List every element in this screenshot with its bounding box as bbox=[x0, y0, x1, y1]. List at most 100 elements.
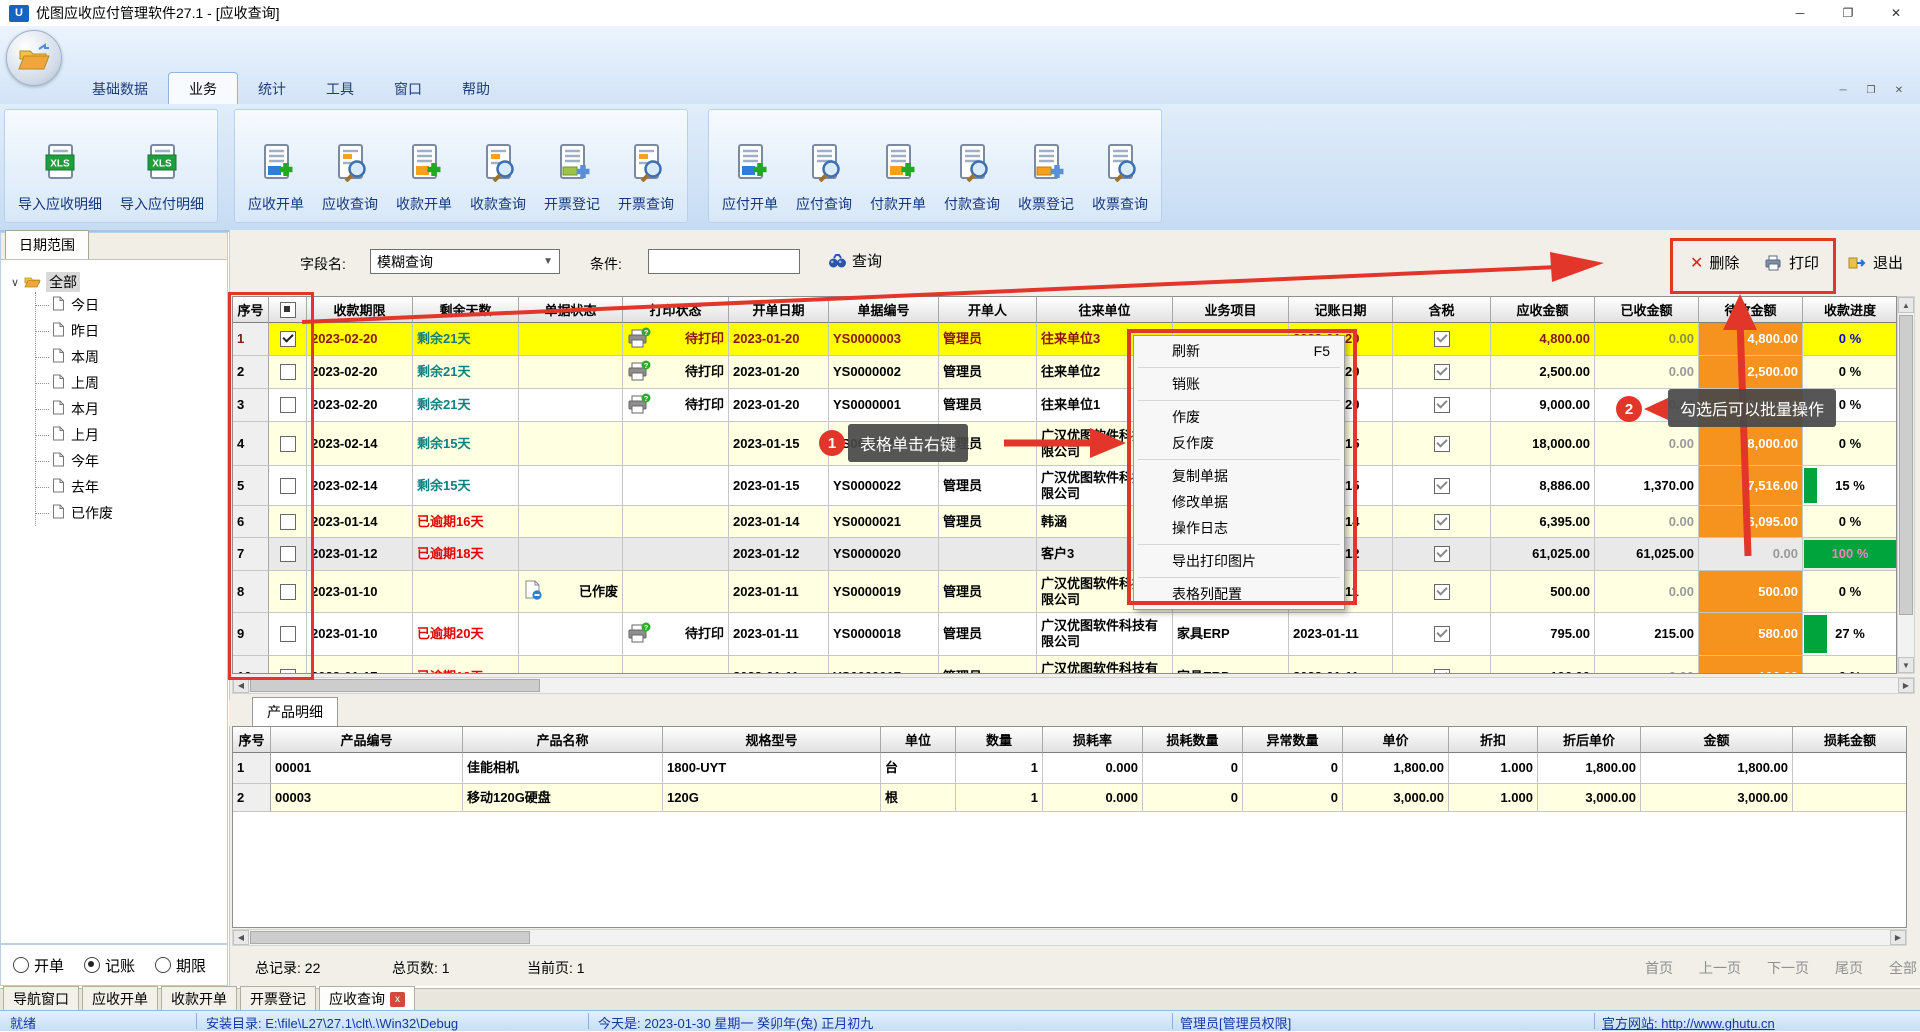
detail-scroll-left-icon[interactable]: ◀ bbox=[233, 930, 249, 945]
window-tab-应收查询[interactable]: 应收查询x bbox=[319, 986, 415, 1011]
context-menu-item-作废[interactable]: 作废 bbox=[1134, 404, 1344, 430]
tree-item-上周[interactable]: 上周 bbox=[36, 370, 227, 396]
window-tab-收款开单[interactable]: 收款开单 bbox=[161, 986, 237, 1011]
toolbar-button-收票登记[interactable]: 收票登记 bbox=[1009, 136, 1083, 222]
column-header-往来单位[interactable]: 往来单位 bbox=[1037, 297, 1173, 323]
toolbar-button-应收开单[interactable]: 应收开单 bbox=[239, 136, 313, 222]
toolbar-button-收票查询[interactable]: 收票查询 bbox=[1083, 136, 1157, 222]
tax-checkbox[interactable] bbox=[1434, 364, 1450, 380]
toolbar-button-收款开单[interactable]: 收款开单 bbox=[387, 136, 461, 222]
tab-close-icon[interactable]: x bbox=[390, 992, 405, 1007]
scroll-down-icon[interactable]: ▼ bbox=[1898, 657, 1914, 673]
print-button[interactable]: 打印 bbox=[1765, 252, 1819, 273]
minimize-icon[interactable]: ─ bbox=[1776, 0, 1824, 26]
column-header-序号[interactable]: 序号 bbox=[233, 727, 271, 753]
window-tab-应收开单[interactable]: 应收开单 bbox=[82, 986, 158, 1011]
tree-item-本周[interactable]: 本周 bbox=[36, 344, 227, 370]
table-row[interactable]: 42023-02-14剩余15天2023-01-15YS0000023管理员广汉… bbox=[233, 422, 1896, 466]
column-header-数量[interactable]: 数量 bbox=[956, 727, 1043, 753]
table-row[interactable]: 22023-02-20剩余21天?待打印2023-01-20YS0000002管… bbox=[233, 356, 1896, 389]
column-header-规格型号[interactable]: 规格型号 bbox=[663, 727, 881, 753]
column-header-损耗数量[interactable]: 损耗数量 bbox=[1143, 727, 1243, 753]
column-header-单据状态[interactable]: 单据状态 bbox=[519, 297, 623, 323]
menu-tab-基础数据[interactable]: 基础数据 bbox=[72, 73, 168, 104]
detail-scroll-right-icon[interactable]: ▶ bbox=[1890, 930, 1906, 945]
menu-tab-窗口[interactable]: 窗口 bbox=[374, 73, 442, 104]
toolbar-button-收款查询[interactable]: 收款查询 bbox=[461, 136, 535, 222]
table-row[interactable]: 200003移动120G硬盘120G根10.000003,000.001.000… bbox=[233, 784, 1906, 812]
row-checkbox[interactable] bbox=[280, 364, 296, 380]
column-header-含税[interactable]: 含税 bbox=[1393, 297, 1491, 323]
menu-tab-统计[interactable]: 统计 bbox=[238, 73, 306, 104]
column-header-损耗金额[interactable]: 损耗金额 bbox=[1793, 727, 1907, 753]
table-row[interactable]: 102023-01-17已逾期13天2023-01-11YS0000017管理员… bbox=[233, 656, 1896, 674]
row-checkbox[interactable] bbox=[280, 514, 296, 530]
menu-tab-工具[interactable]: 工具 bbox=[306, 73, 374, 104]
column-header-损耗率[interactable]: 损耗率 bbox=[1043, 727, 1143, 753]
tax-checkbox[interactable] bbox=[1434, 436, 1450, 452]
row-checkbox[interactable] bbox=[280, 626, 296, 642]
column-header-select[interactable] bbox=[269, 297, 307, 323]
tax-checkbox[interactable] bbox=[1434, 669, 1450, 675]
scroll-left-icon[interactable]: ◀ bbox=[233, 678, 249, 693]
toolbar-button-应付查询[interactable]: 应付查询 bbox=[787, 136, 861, 222]
table-row[interactable]: 62023-01-14已逾期16天2023-01-14YS0000021管理员韩… bbox=[233, 506, 1896, 538]
scroll-up-icon[interactable]: ▲ bbox=[1898, 297, 1914, 313]
column-header-记账日期[interactable]: 记账日期 bbox=[1289, 297, 1393, 323]
context-menu-item-操作日志[interactable]: 操作日志 bbox=[1134, 515, 1344, 541]
row-checkbox[interactable] bbox=[280, 478, 296, 494]
table-row[interactable]: 82023-01-10已作废2023-01-11YS0000019管理员广汉优图… bbox=[233, 571, 1896, 613]
close-icon[interactable]: ✕ bbox=[1872, 0, 1920, 26]
toolbar-button-应付开单[interactable]: 应付开单 bbox=[713, 136, 787, 222]
column-header-开单日期[interactable]: 开单日期 bbox=[729, 297, 829, 323]
tax-checkbox[interactable] bbox=[1434, 397, 1450, 413]
tax-checkbox[interactable] bbox=[1434, 478, 1450, 494]
column-header-单据编号[interactable]: 单据编号 bbox=[829, 297, 939, 323]
tab-product-detail[interactable]: 产品明细 bbox=[252, 697, 338, 726]
toolbar-button-开票查询[interactable]: 开票查询 bbox=[609, 136, 683, 222]
toolbar-button-应收查询[interactable]: 应收查询 bbox=[313, 136, 387, 222]
row-checkbox[interactable] bbox=[280, 436, 296, 452]
tree-item-本月[interactable]: 本月 bbox=[36, 396, 227, 422]
column-header-单位[interactable]: 单位 bbox=[881, 727, 956, 753]
file-menu-button[interactable] bbox=[6, 30, 62, 86]
column-header-开单人[interactable]: 开单人 bbox=[939, 297, 1037, 323]
tree-root-all[interactable]: ∨全部 bbox=[11, 272, 227, 292]
maximize-icon[interactable]: ❐ bbox=[1824, 0, 1872, 26]
toolbar-button-付款查询[interactable]: 付款查询 bbox=[935, 136, 1009, 222]
row-checkbox[interactable] bbox=[280, 331, 296, 347]
column-header-应收金额[interactable]: 应收金额 bbox=[1491, 297, 1595, 323]
row-checkbox[interactable] bbox=[280, 546, 296, 562]
field-name-select[interactable]: 模糊查询 ▼ bbox=[370, 249, 560, 274]
row-checkbox[interactable] bbox=[280, 584, 296, 600]
pager-下一页[interactable]: 下一页 bbox=[1767, 958, 1809, 978]
scroll-right-icon[interactable]: ▶ bbox=[1898, 678, 1914, 693]
radio-开单[interactable]: 开单 bbox=[13, 955, 64, 976]
table-row[interactable]: 32023-02-20剩余21天?待打印2023-01-20YS0000001管… bbox=[233, 389, 1896, 422]
context-menu-item-销账[interactable]: 销账 bbox=[1134, 371, 1344, 397]
context-menu-item-修改单据[interactable]: 修改单据 bbox=[1134, 489, 1344, 515]
hscroll-thumb[interactable] bbox=[250, 679, 540, 692]
tree-item-去年[interactable]: 去年 bbox=[36, 474, 227, 500]
context-menu-item-反作废[interactable]: 反作废 bbox=[1134, 430, 1344, 456]
tax-checkbox[interactable] bbox=[1434, 546, 1450, 562]
tree-item-今日[interactable]: 今日 bbox=[36, 292, 227, 318]
chevron-expanded-icon[interactable]: ∨ bbox=[11, 276, 19, 289]
detail-hscroll-thumb[interactable] bbox=[250, 931, 530, 944]
column-header-序号[interactable]: 序号 bbox=[233, 297, 269, 323]
context-menu-item-刷新[interactable]: 刷新F5 bbox=[1134, 338, 1344, 364]
column-header-折扣[interactable]: 折扣 bbox=[1449, 727, 1538, 753]
condition-input[interactable] bbox=[648, 249, 800, 274]
toolbar-button-付款开单[interactable]: 付款开单 bbox=[861, 136, 935, 222]
table-row[interactable]: 12023-02-20剩余21天?待打印2023-01-20YS0000003管… bbox=[233, 323, 1896, 356]
tax-checkbox[interactable] bbox=[1434, 514, 1450, 530]
tax-checkbox[interactable] bbox=[1434, 584, 1450, 600]
toolbar-button-导入应收明细[interactable]: XLS导入应收明细 bbox=[9, 136, 111, 222]
column-header-打印状态[interactable]: 打印状态 bbox=[623, 297, 729, 323]
table-horizontal-scrollbar[interactable]: ◀ ▶ bbox=[232, 677, 1915, 694]
exit-button[interactable]: 退出 bbox=[1848, 252, 1903, 273]
table-row[interactable]: 100001佳能相机1800-UYT台10.000001,800.001.000… bbox=[233, 753, 1906, 784]
toolbar-button-导入应付明细[interactable]: XLS导入应付明细 bbox=[111, 136, 213, 222]
column-header-金额[interactable]: 金额 bbox=[1641, 727, 1793, 753]
menu-tab-业务[interactable]: 业务 bbox=[168, 72, 238, 104]
